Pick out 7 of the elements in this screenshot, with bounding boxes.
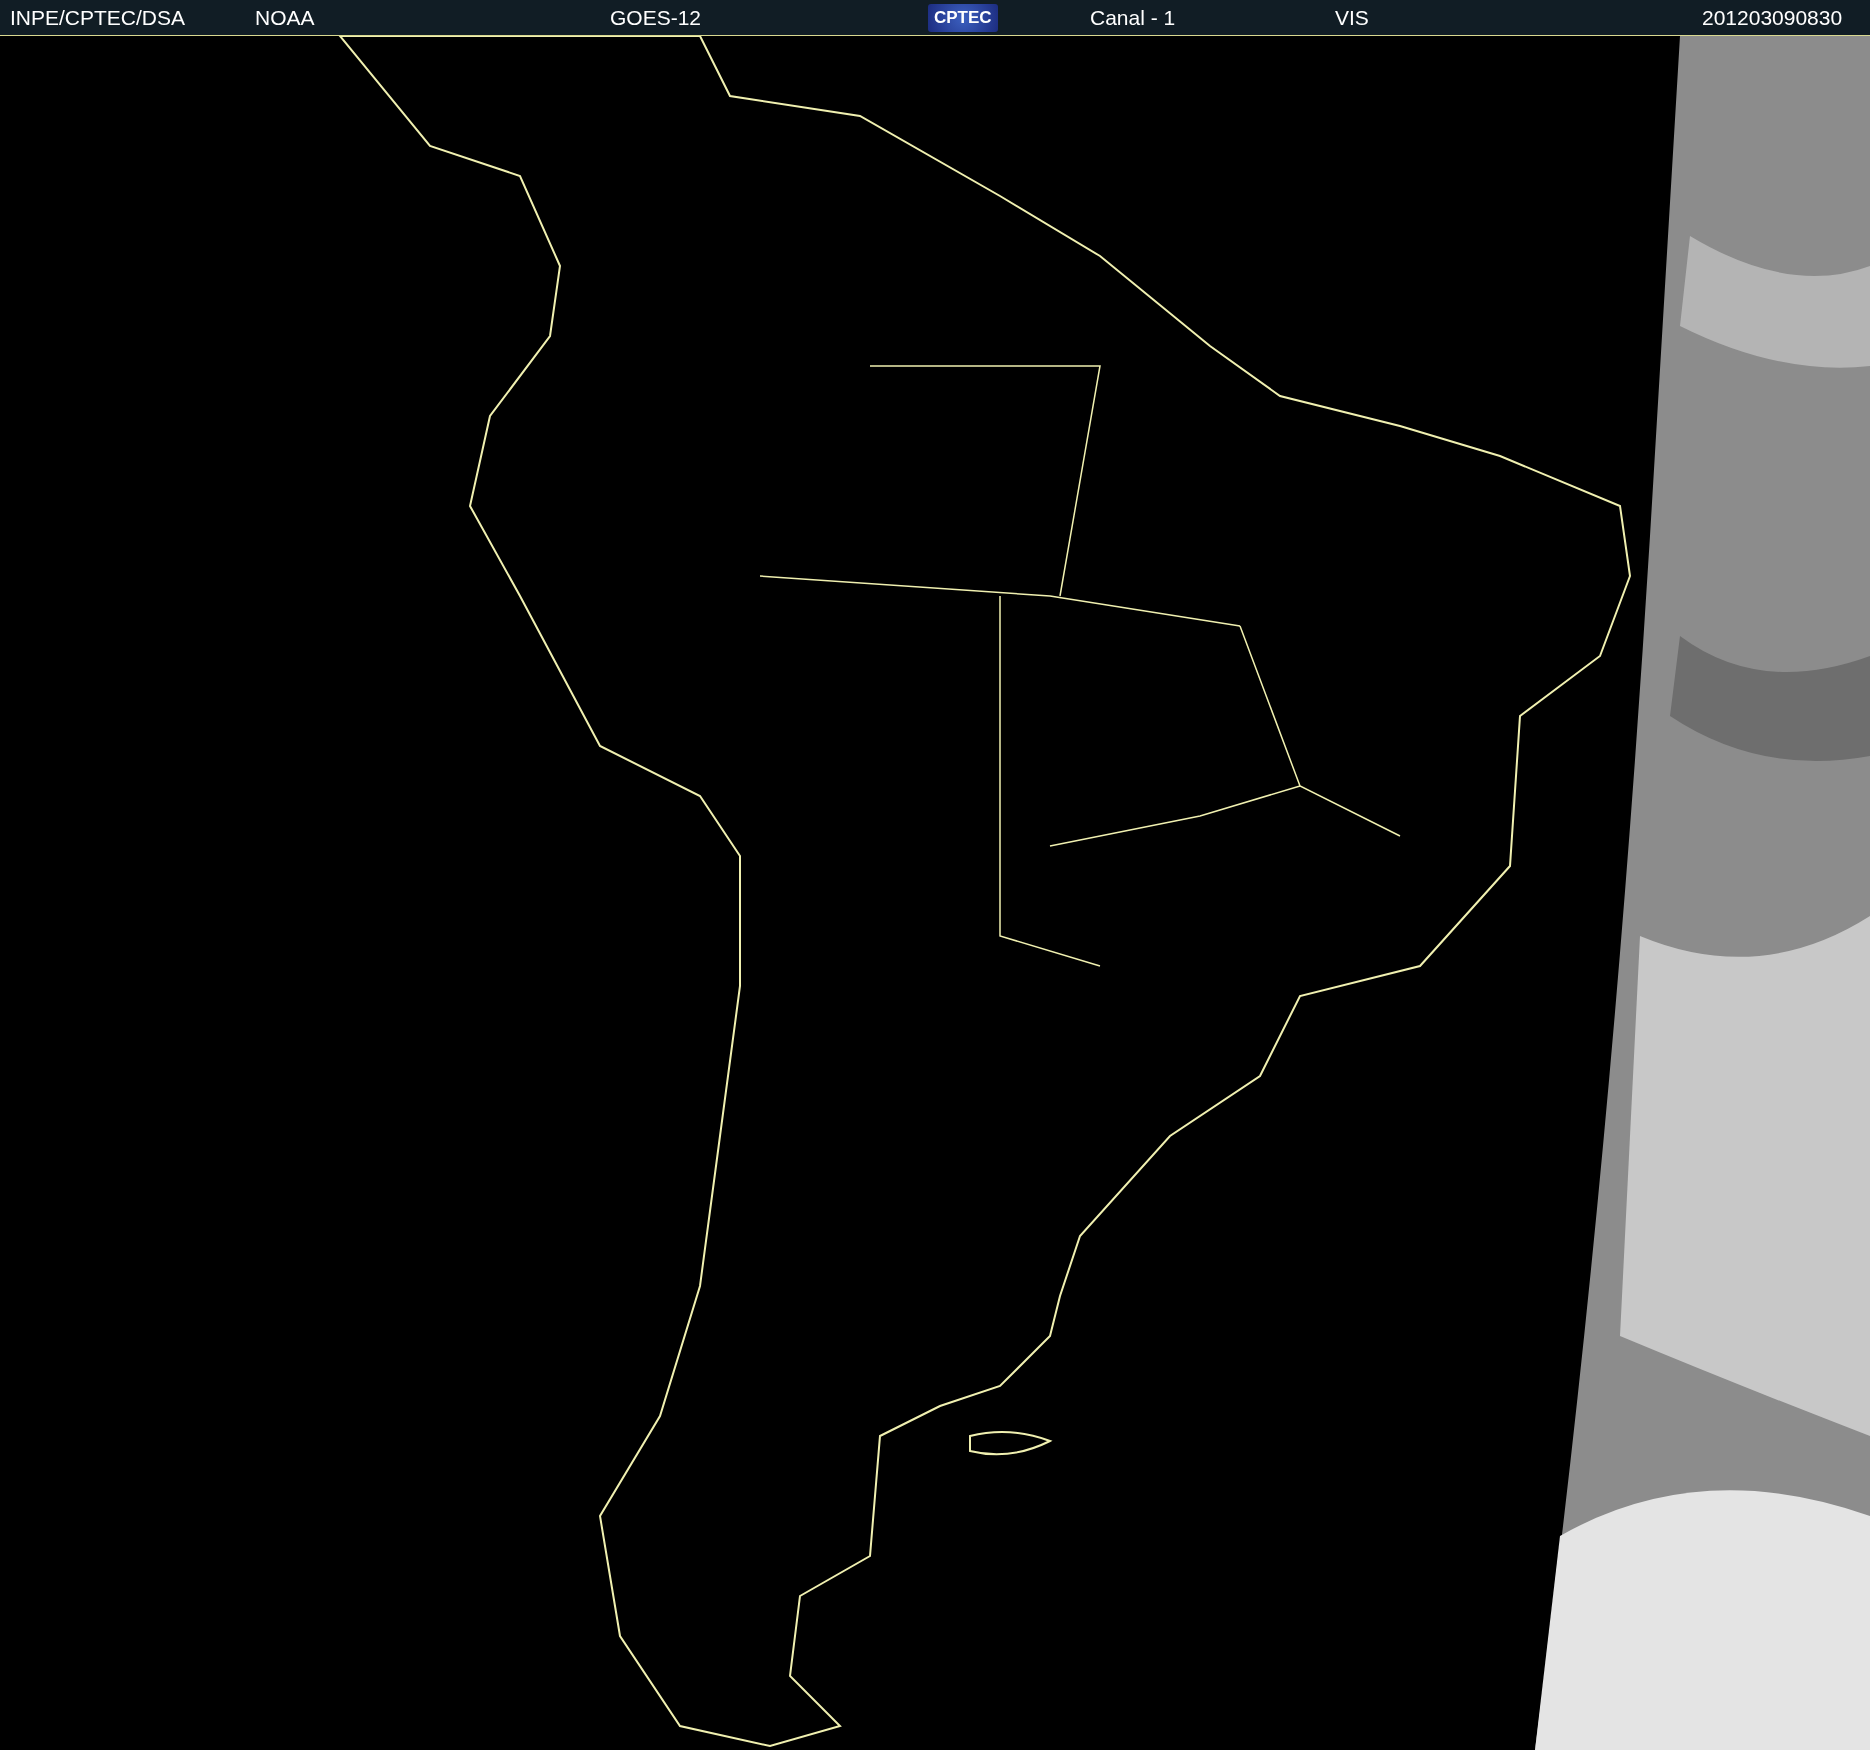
header-label: VIS [1335,5,1369,30]
header-label: NOAA [255,5,315,30]
header-label: GOES-12 [610,5,702,30]
logo: CPTEC [928,3,998,32]
header-label: INPE/CPTEC/DSA [10,5,186,30]
header-label: 201203090830 [1702,5,1843,30]
header-label: Canal - 1 [1090,5,1176,30]
